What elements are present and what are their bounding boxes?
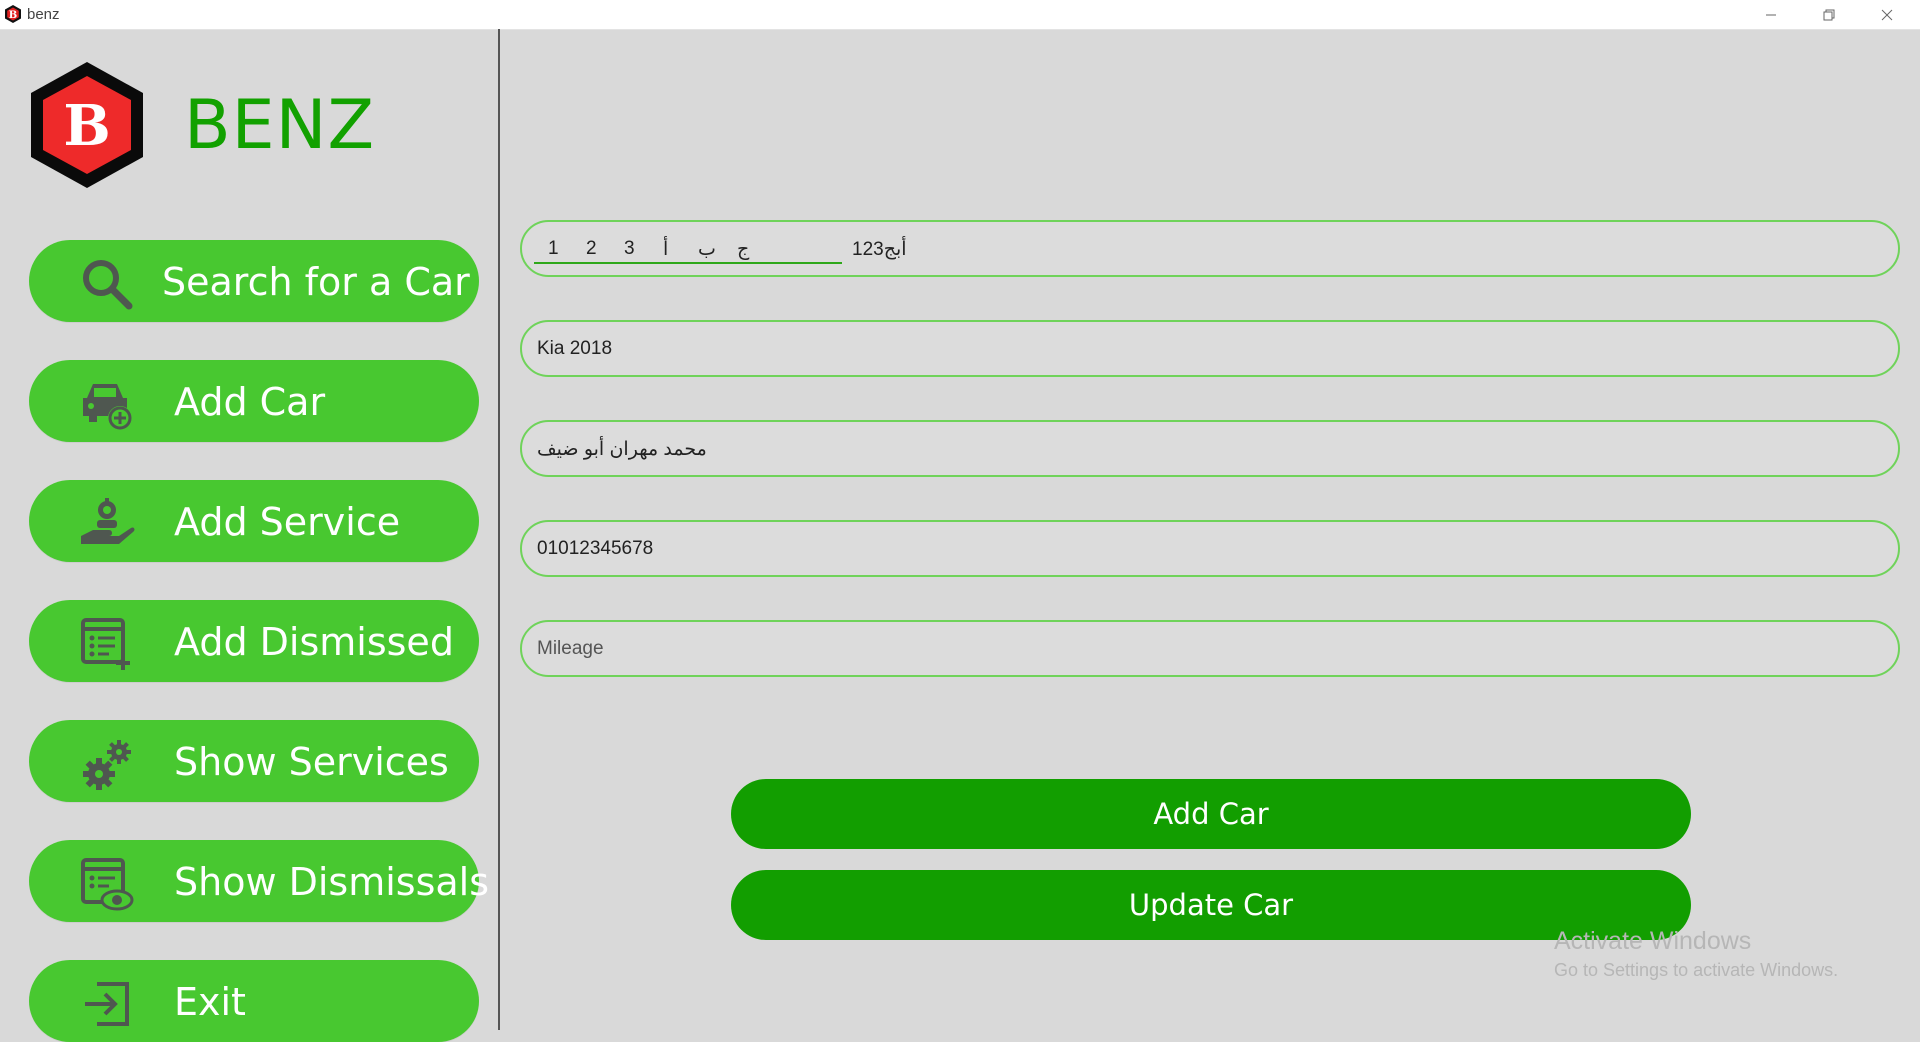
plate-char[interactable]: ج	[737, 238, 749, 261]
brand-logo: B	[31, 62, 143, 188]
exit-icon	[85, 982, 129, 1026]
plate-char[interactable]: 3	[624, 238, 635, 260]
plate-char[interactable]: ب	[698, 238, 716, 261]
minimize-button[interactable]	[1742, 0, 1800, 29]
mileage-placeholder: Mileage	[537, 638, 604, 659]
search-icon	[83, 260, 133, 310]
plate-number-field[interactable]: 1 2 3 أ ب ج أبج123	[520, 220, 1900, 277]
phone-value: 01012345678	[537, 538, 654, 559]
sidebar-item-show-dismissals[interactable]: Show Dismissals	[29, 840, 489, 922]
gears-icon	[83, 740, 131, 790]
sidebar-item-label: Search for a Car	[162, 260, 470, 304]
sidebar-item-label: Show Services	[174, 740, 449, 784]
title-bar: B benz	[0, 0, 1920, 30]
activation-watermark-subtitle: Go to Settings to activate Windows.	[1554, 960, 1839, 980]
car-add-icon	[83, 384, 132, 430]
plate-value: أبج123	[852, 239, 907, 260]
sidebar-item-label: Exit	[174, 980, 246, 1024]
phone-field[interactable]: 01012345678	[520, 520, 1900, 577]
sidebar-item-label: Add Service	[174, 500, 401, 544]
model-field[interactable]: Kia 2018	[520, 320, 1900, 377]
sidebar-item-add-dismissed[interactable]: Add Dismissed	[29, 600, 479, 682]
restore-button[interactable]	[1800, 0, 1858, 29]
sidebar-divider	[498, 29, 500, 1030]
svg-text:B: B	[9, 10, 17, 21]
owner-name-value: محمد مهران أبو ضيف	[537, 439, 707, 460]
minimize-icon	[1766, 14, 1776, 15]
mileage-field[interactable]: Mileage	[520, 620, 1900, 677]
plate-underline	[534, 262, 842, 264]
sidebar-item-show-services[interactable]: Show Services	[29, 720, 479, 802]
window-title: benz	[27, 6, 60, 23]
add-car-button[interactable]: Add Car	[731, 779, 1691, 849]
sidebar-item-search[interactable]: Search for a Car	[29, 240, 479, 322]
owner-name-field[interactable]: محمد مهران أبو ضيف	[520, 420, 1900, 477]
model-value: Kia 2018	[537, 338, 613, 359]
restore-icon	[1823, 9, 1835, 20]
plate-char[interactable]: 1	[548, 238, 559, 260]
plate-char[interactable]: أ	[663, 238, 668, 261]
update-car-button[interactable]: Update Car	[731, 870, 1691, 940]
svg-text:B: B	[63, 93, 110, 159]
sidebar-item-label: Add Car	[174, 380, 326, 424]
sidebar-item-add-service[interactable]: Add Service	[29, 480, 479, 562]
app-logo-icon: B	[5, 5, 21, 23]
brand-name: BENZ	[184, 86, 376, 165]
sidebar-item-label: Add Dismissed	[174, 620, 454, 664]
close-icon	[1881, 9, 1893, 20]
plate-char[interactable]: 2	[586, 238, 597, 260]
sidebar-item-label: Show Dismissals	[174, 860, 490, 904]
sidebar-item-add-car[interactable]: Add Car	[29, 360, 479, 442]
service-hand-icon	[81, 498, 135, 544]
list-add-icon	[81, 618, 130, 670]
list-eye-icon	[81, 858, 134, 911]
activation-watermark-title: Activate Windows	[1554, 927, 1752, 955]
close-button[interactable]	[1858, 0, 1916, 29]
